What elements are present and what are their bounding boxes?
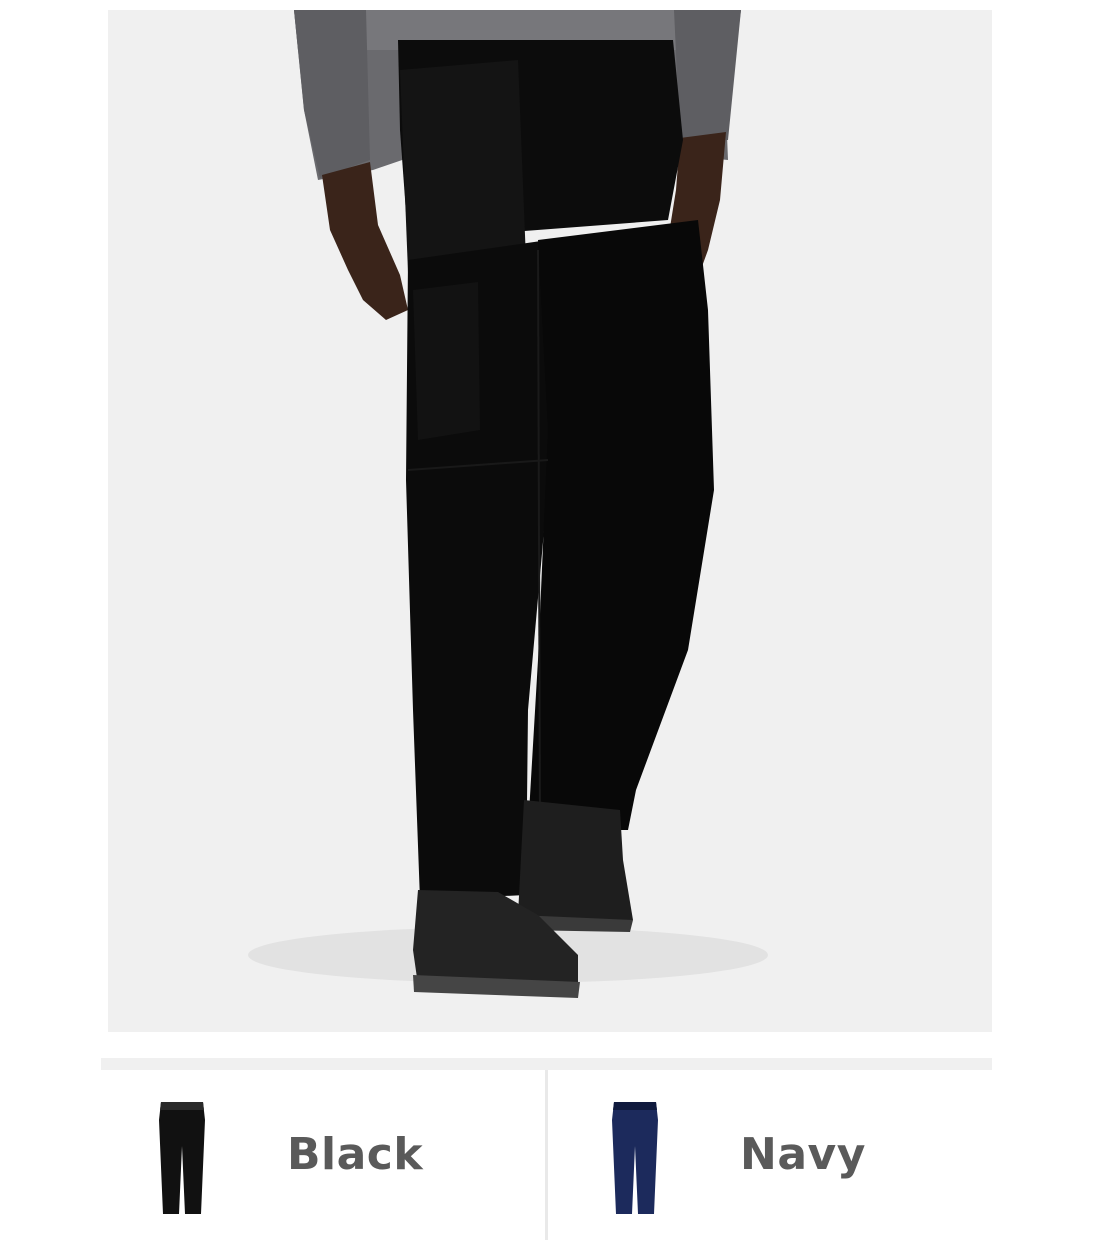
colour-option-label: Navy [740,1129,866,1180]
product-photo [108,10,992,1032]
colour-option-label: Black [287,1129,424,1180]
colour-swatch-panel: Black Navy [101,1058,992,1240]
black-trousers-thumbnail-icon [159,1102,205,1214]
navy-trousers-thumbnail-icon [612,1102,658,1214]
model-wearing-trousers-illustration [108,10,992,1032]
colour-option-navy[interactable]: Navy [545,1070,992,1240]
colour-option-black[interactable]: Black [101,1070,545,1240]
